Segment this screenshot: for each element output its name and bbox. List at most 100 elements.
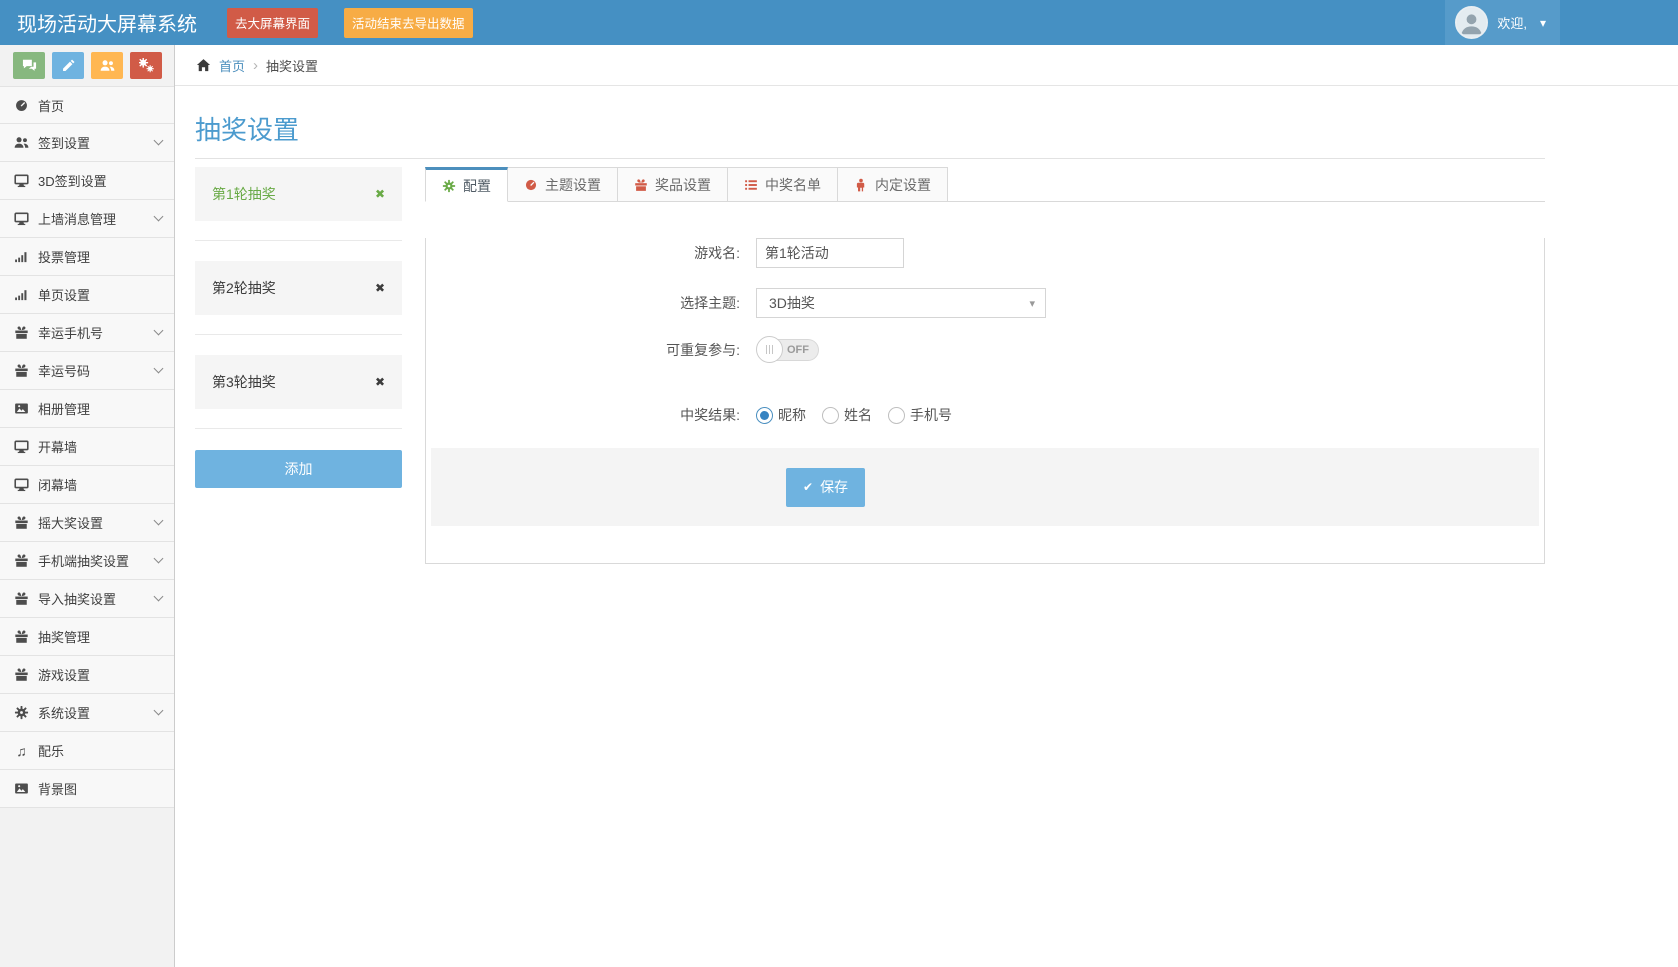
gear-icon — [442, 179, 456, 192]
sidebar-item-system-settings[interactable]: 系统设置 — [0, 694, 174, 732]
welcome-text: 欢迎, — [1497, 16, 1527, 31]
repeat-label: 可重复参与: — [666, 341, 740, 358]
sidebar-item-album-management[interactable]: 相册管理 — [0, 390, 174, 428]
repeat-toggle[interactable]: OFF — [756, 336, 819, 363]
sidebar-item-music[interactable]: ♫ 配乐 — [0, 732, 174, 770]
game-name-input[interactable] — [756, 238, 904, 268]
tab-label: 奖品设置 — [655, 176, 711, 193]
users-icon — [100, 60, 114, 71]
delete-round-icon[interactable]: ✖ — [375, 187, 385, 201]
person-icon — [856, 178, 865, 191]
sidebar-item-shake-prize-settings[interactable]: 摇大奖设置 — [0, 504, 174, 542]
app-title: 现场活动大屏幕系统 — [17, 14, 197, 36]
radio-icon — [822, 406, 839, 424]
tab-theme-settings[interactable]: 主题设置 — [508, 167, 618, 202]
music-icon: ♫ — [16, 742, 27, 759]
sidebar-item-home[interactable]: 首页 — [0, 86, 174, 124]
sidebar-item-lucky-phone-number[interactable]: 幸运手机号 — [0, 314, 174, 352]
desktop-icon — [14, 212, 29, 226]
radio-icon — [888, 406, 905, 424]
add-round-button[interactable]: 添加 — [195, 450, 402, 488]
sidebar-item-label: 配乐 — [38, 744, 65, 759]
sidebar-item-opening-wall[interactable]: 开幕墙 — [0, 428, 174, 466]
sidebar-item-3d-signin-settings[interactable]: 3D签到设置 — [0, 162, 174, 200]
sidebar-item-background-image[interactable]: 背景图 — [0, 770, 174, 808]
gift-icon — [15, 554, 28, 567]
cogs-icon — [138, 58, 154, 73]
tab-label: 内定设置 — [875, 176, 931, 193]
list-icon — [745, 179, 757, 190]
sidebar-item-single-page-settings[interactable]: 单页设置 — [0, 276, 174, 314]
main-content: 首页 › 抽奖设置 抽奖设置 第1轮抽奖 ✖ 第2轮抽奖 ✖ 第3轮抽奖 ✖ 添… — [175, 45, 1678, 967]
round-item-3[interactable]: 第3轮抽奖 ✖ — [195, 355, 402, 409]
settings-shortcut-button[interactable] — [130, 52, 162, 79]
export-data-button[interactable]: 活动结束去导出数据 — [344, 7, 473, 38]
sidebar-item-lucky-number[interactable]: 幸运号码 — [0, 352, 174, 390]
users-shortcut-button[interactable] — [91, 52, 123, 79]
users-icon — [14, 137, 29, 148]
sidebar: 首页 签到设置 3D签到设置 上墙消息管理 投票管理 单页设置 幸运手机号 幸运… — [0, 45, 175, 967]
sidebar-item-signin-settings[interactable]: 签到设置 — [0, 124, 174, 162]
toggle-knob-icon — [756, 336, 783, 363]
check-icon: ✔ — [803, 480, 814, 494]
gift-icon — [15, 364, 28, 377]
tab-prize-settings[interactable]: 奖品设置 — [618, 167, 728, 202]
breadcrumb-home-link[interactable]: 首页 — [219, 56, 245, 75]
sidebar-item-label: 3D签到设置 — [38, 174, 107, 189]
sidebar-item-mobile-lottery-settings[interactable]: 手机端抽奖设置 — [0, 542, 174, 580]
tab-insider-settings[interactable]: 内定设置 — [838, 167, 948, 202]
config-form: 游戏名: 选择主题: 3D抽奖 ▾ 可重复参与: — [425, 238, 1545, 564]
divider — [195, 334, 402, 335]
goto-big-screen-button[interactable]: 去大屏幕界面 — [227, 7, 319, 38]
top-navbar: 现场活动大屏幕系统 去大屏幕界面 活动结束去导出数据 欢迎, ▾ — [0, 0, 1678, 45]
chevron-down-icon: ▾ — [1539, 15, 1546, 30]
edit-shortcut-button[interactable] — [52, 52, 84, 79]
theme-label: 选择主题: — [680, 295, 740, 311]
round-item-2[interactable]: 第2轮抽奖 ✖ — [195, 261, 402, 315]
gift-icon — [635, 178, 647, 191]
sidebar-item-label: 单页设置 — [38, 288, 91, 303]
result-option-name[interactable]: 姓名 — [822, 405, 872, 425]
sidebar-item-label: 签到设置 — [38, 136, 91, 151]
delete-round-icon[interactable]: ✖ — [375, 375, 385, 389]
sidebar-item-closing-wall[interactable]: 闭幕墙 — [0, 466, 174, 504]
round-item-1[interactable]: 第1轮抽奖 ✖ — [195, 167, 402, 221]
comments-icon — [22, 59, 36, 71]
result-label: 中奖结果: — [680, 407, 740, 423]
sidebar-item-label: 系统设置 — [38, 706, 91, 721]
image-icon — [15, 783, 28, 794]
user-menu[interactable]: 欢迎, ▾ — [1445, 0, 1560, 45]
avatar — [1455, 6, 1489, 39]
sidebar-item-label: 闭幕墙 — [38, 478, 78, 493]
sidebar-item-label: 投票管理 — [38, 250, 91, 265]
sidebar-item-lottery-management[interactable]: 抽奖管理 — [0, 618, 174, 656]
tab-winner-list[interactable]: 中奖名单 — [728, 167, 838, 202]
result-option-phone[interactable]: 手机号 — [888, 405, 952, 425]
desktop-icon — [14, 478, 29, 492]
sidebar-item-import-lottery-settings[interactable]: 导入抽奖设置 — [0, 580, 174, 618]
delete-round-icon[interactable]: ✖ — [375, 281, 385, 295]
lottery-config-panel: 配置 主题设置 奖品设置 中奖名单 内定设置 游戏名: 第1轮活动 选择主题: … — [425, 167, 1545, 564]
tab-label: 配置 — [463, 177, 491, 194]
tab-config[interactable]: 配置 — [425, 167, 508, 202]
sidebar-shortcuts — [0, 45, 174, 86]
sidebar-item-label: 手机端抽奖设置 — [38, 554, 130, 569]
sidebar-item-label: 相册管理 — [38, 402, 91, 417]
sidebar-item-label: 背景图 — [38, 782, 78, 797]
sidebar-item-label: 游戏设置 — [38, 668, 91, 683]
breadcrumb-separator: › — [253, 56, 259, 74]
save-button[interactable]: ✔ 保存 — [786, 467, 866, 507]
sidebar-item-game-settings[interactable]: 游戏设置 — [0, 656, 174, 694]
theme-select[interactable]: 3D抽奖 ▾ — [756, 288, 1046, 318]
sidebar-item-wall-message-management[interactable]: 上墙消息管理 — [0, 200, 174, 238]
sidebar-menu: 首页 签到设置 3D签到设置 上墙消息管理 投票管理 单页设置 幸运手机号 幸运… — [0, 86, 174, 808]
bar-chart-icon — [15, 290, 27, 301]
breadcrumb: 首页 › 抽奖设置 — [175, 45, 1678, 86]
sidebar-item-vote-management[interactable]: 投票管理 — [0, 238, 174, 276]
radio-label: 手机号 — [910, 407, 952, 423]
gift-icon — [15, 592, 28, 605]
form-footer: ✔ 保存 — [431, 448, 1539, 526]
result-option-nickname[interactable]: 昵称 — [756, 405, 806, 425]
comments-shortcut-button[interactable] — [13, 52, 45, 79]
chevron-down-icon — [153, 135, 164, 146]
